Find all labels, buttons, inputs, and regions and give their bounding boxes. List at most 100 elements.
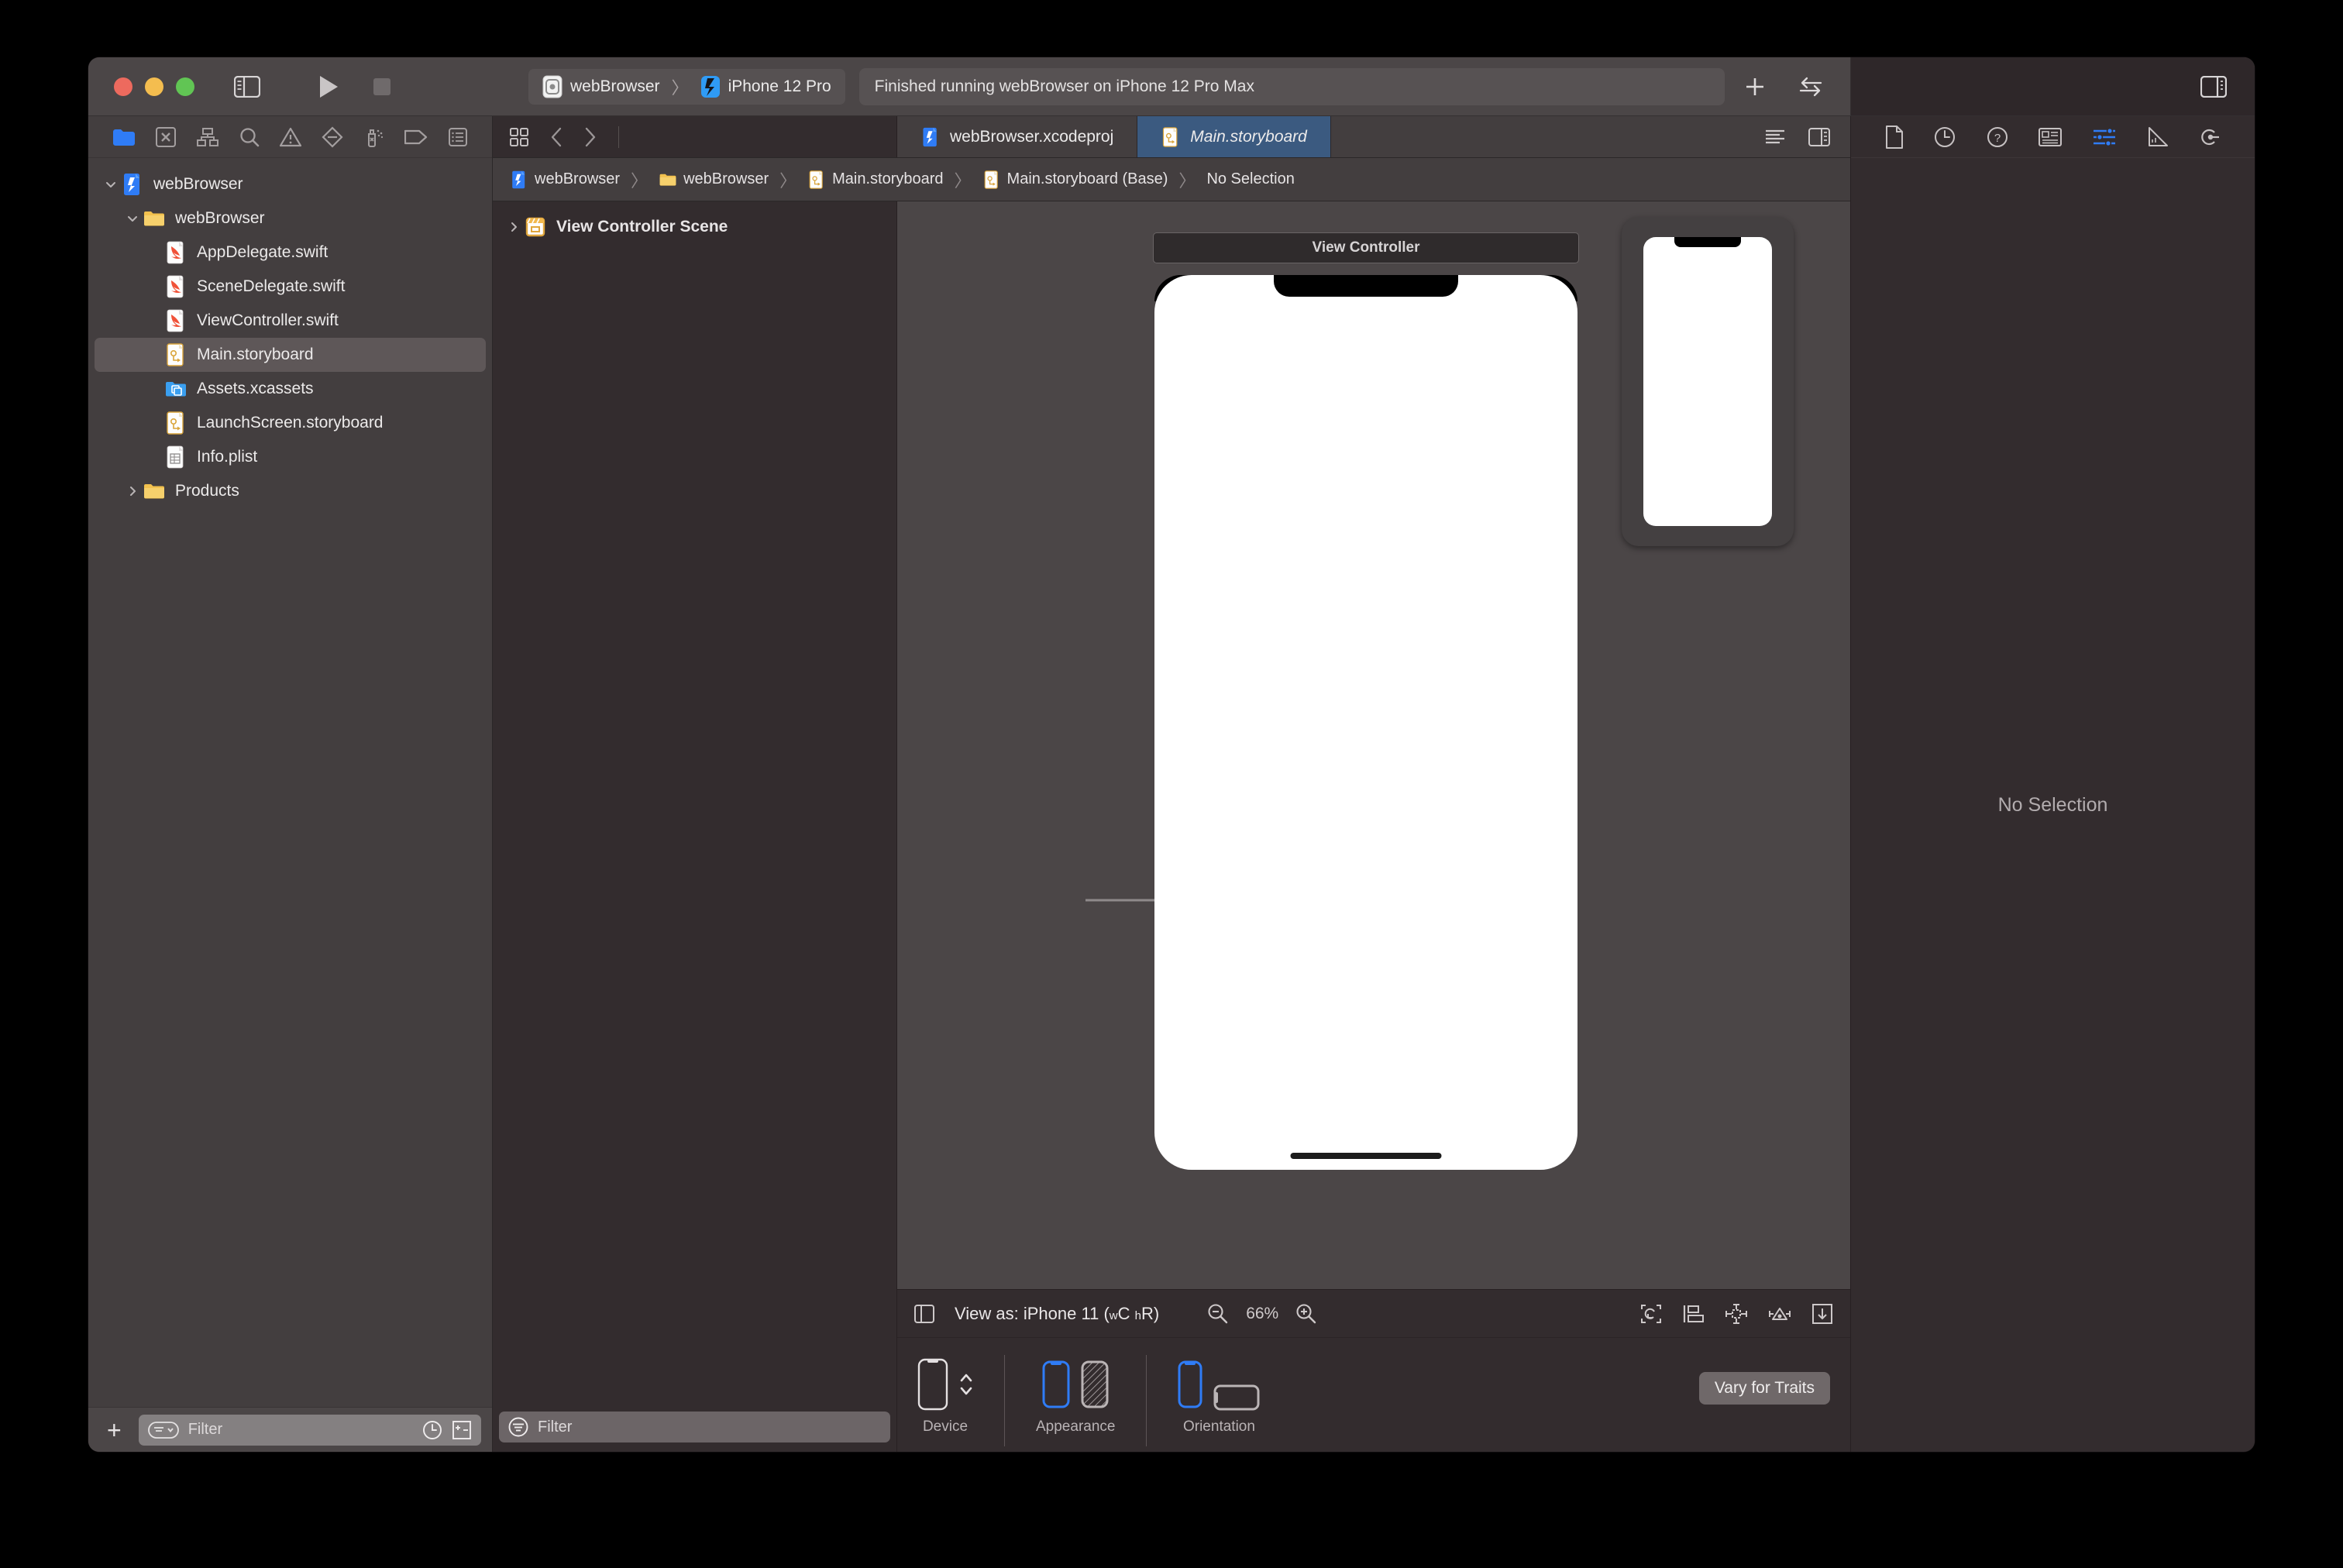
file-tree-row[interactable]: webBrowser bbox=[95, 201, 486, 236]
embed-in-icon[interactable] bbox=[1683, 1304, 1705, 1324]
zoom-in-icon[interactable] bbox=[1295, 1303, 1317, 1325]
inspector-toggle-icon[interactable] bbox=[2200, 75, 2227, 98]
find-navigator-tab[interactable] bbox=[239, 126, 260, 148]
chevron-right-icon[interactable] bbox=[122, 485, 143, 497]
file-tree-row[interactable]: Assets.xcassets bbox=[95, 372, 486, 406]
portrait-orientation-icon[interactable] bbox=[1178, 1360, 1202, 1408]
plus-icon[interactable] bbox=[1743, 75, 1767, 98]
zoom-percent-label[interactable]: 66% bbox=[1246, 1305, 1278, 1323]
file-tree-row[interactable]: SceneDelegate.swift bbox=[95, 270, 486, 304]
storyboard-canvas[interactable]: View Controller bbox=[897, 201, 1850, 1289]
code-review-arrows-icon[interactable] bbox=[1798, 76, 1824, 98]
scheme-destination-label: iPhone 12 Pro bbox=[728, 77, 831, 95]
breadcrumb-label: Main.storyboard (Base) bbox=[1006, 170, 1168, 187]
outline-filter-input[interactable]: Filter bbox=[499, 1412, 890, 1442]
vary-for-traits-button[interactable]: Vary for Traits bbox=[1698, 1372, 1830, 1405]
stop-square-icon[interactable] bbox=[373, 77, 391, 96]
chevron-right-icon[interactable] bbox=[504, 221, 524, 233]
iphone-dark-icon[interactable] bbox=[1081, 1360, 1109, 1408]
breadcrumb-label: webBrowser bbox=[535, 170, 621, 187]
file-tree-row[interactable]: webBrowser bbox=[95, 167, 486, 201]
chevron-right-icon[interactable] bbox=[584, 127, 597, 147]
chevron-left-icon[interactable] bbox=[550, 127, 563, 147]
file-inspector-tab[interactable] bbox=[1885, 125, 1904, 149]
document-outline-list[interactable]: View Controller Scene bbox=[493, 201, 896, 1407]
breadcrumb-segment[interactable]: Main.storyboard (Base) bbox=[982, 170, 1168, 189]
iphone-light-icon[interactable] bbox=[1042, 1360, 1070, 1408]
run-play-icon[interactable] bbox=[318, 75, 339, 98]
issue-navigator-tab[interactable] bbox=[280, 127, 302, 147]
sidebar-toggle-icon[interactable] bbox=[217, 75, 277, 98]
project-navigator-tab[interactable] bbox=[112, 127, 136, 147]
editor-tab[interactable]: Main.storyboard bbox=[1137, 116, 1331, 157]
iphone-portrait-icon[interactable] bbox=[917, 1358, 948, 1411]
attributes-inspector-tab[interactable] bbox=[2093, 127, 2116, 147]
document-outline-toggle-icon[interactable] bbox=[914, 1304, 934, 1324]
stepper-updown-icon[interactable] bbox=[959, 1368, 973, 1401]
toolbar: webBrowser 〉 iPhone 12 Pro Finished runn… bbox=[88, 57, 2255, 116]
filter-scope-icon[interactable] bbox=[508, 1417, 528, 1437]
editor-tab-bar: webBrowser.xcodeproj Main.storyboard bbox=[493, 116, 1850, 158]
chevron-down-icon[interactable] bbox=[122, 212, 143, 225]
zoom-out-icon[interactable] bbox=[1207, 1303, 1229, 1325]
tab-grid-icon[interactable] bbox=[510, 127, 528, 146]
landscape-orientation-icon[interactable] bbox=[1213, 1384, 1260, 1411]
editor-tabs[interactable]: webBrowser.xcodeproj Main.storyboard bbox=[897, 116, 1765, 157]
scheme-selector[interactable]: webBrowser 〉 iPhone 12 Pro bbox=[528, 68, 845, 105]
file-tree-row[interactable]: LaunchScreen.storyboard bbox=[95, 406, 486, 440]
test-navigator-tab[interactable] bbox=[322, 126, 343, 148]
view-as-traits: (wwCC hR) bbox=[1103, 1303, 1160, 1323]
debug-navigator-tab[interactable] bbox=[363, 126, 385, 148]
canvas-preview-thumbnail[interactable] bbox=[1622, 217, 1794, 546]
size-inspector-tab[interactable] bbox=[2147, 126, 2169, 148]
file-tree-row[interactable]: Main.storyboard bbox=[95, 338, 486, 372]
preview-screen bbox=[1643, 237, 1772, 526]
view-as-device: iPhone 11 bbox=[1023, 1303, 1099, 1323]
filter-scope-icon[interactable] bbox=[147, 1421, 179, 1439]
file-tree-label: SceneDelegate.swift bbox=[197, 277, 346, 295]
identity-inspector-tab[interactable] bbox=[2039, 127, 2063, 146]
device-notch bbox=[1274, 275, 1458, 297]
folder-icon bbox=[659, 174, 676, 186]
view-as-label[interactable]: View as: iPhone 11 (wwCC hR) bbox=[955, 1304, 1159, 1324]
symbol-navigator-tab[interactable] bbox=[197, 127, 219, 147]
breadcrumb-segment[interactable]: webBrowser bbox=[659, 170, 769, 189]
assistant-editor-icon[interactable] bbox=[1808, 127, 1830, 146]
breadcrumb-segment[interactable]: Main.storyboard bbox=[807, 170, 944, 189]
editor-options-icon[interactable] bbox=[1765, 129, 1785, 146]
navigator-filter-input[interactable]: Filter bbox=[138, 1414, 481, 1446]
history-inspector-tab[interactable] bbox=[1934, 126, 1956, 148]
source-control-navigator-tab[interactable] bbox=[155, 126, 177, 148]
editor-tab[interactable]: webBrowser.xcodeproj bbox=[897, 116, 1138, 157]
update-frames-icon[interactable] bbox=[1639, 1303, 1663, 1325]
outline-row[interactable]: View Controller Scene bbox=[493, 211, 896, 243]
report-navigator-tab[interactable] bbox=[448, 127, 468, 147]
plus-minus-icon[interactable] bbox=[452, 1420, 472, 1440]
file-tree-row[interactable]: Info.plist bbox=[95, 440, 486, 474]
file-tree-row[interactable]: Products bbox=[95, 474, 486, 508]
clock-icon[interactable] bbox=[422, 1420, 442, 1440]
navigator-filter-placeholder: Filter bbox=[188, 1421, 223, 1438]
zoom-controls: 66% bbox=[1207, 1303, 1317, 1325]
zoom-window-button[interactable] bbox=[176, 77, 194, 96]
resolve-auto-layout-icon[interactable] bbox=[1811, 1303, 1833, 1325]
scene-title-bar[interactable]: View Controller bbox=[1153, 232, 1579, 263]
close-window-button[interactable] bbox=[114, 77, 132, 96]
breakpoint-navigator-tab[interactable] bbox=[404, 128, 428, 146]
project-file-tree[interactable]: webBrowser webBrowser AppDelegate.swift Sce… bbox=[88, 158, 492, 1407]
chevron-down-icon[interactable] bbox=[101, 178, 121, 191]
device-screen[interactable] bbox=[1154, 275, 1577, 1170]
add-constraints-icon[interactable] bbox=[1768, 1304, 1791, 1324]
file-tree-row[interactable]: AppDelegate.swift bbox=[95, 236, 486, 270]
quick-help-inspector-tab[interactable]: ? bbox=[1987, 126, 2008, 148]
align-icon[interactable] bbox=[1725, 1303, 1748, 1325]
add-file-button[interactable]: + bbox=[99, 1418, 129, 1442]
file-tree-row[interactable]: ViewController.swift bbox=[95, 304, 486, 338]
breadcrumb-segment[interactable]: webBrowser bbox=[510, 170, 620, 189]
connections-inspector-tab[interactable] bbox=[2199, 126, 2221, 148]
minimize-window-button[interactable] bbox=[145, 77, 163, 96]
breadcrumb[interactable]: webBrowser 〉 webBrowser 〉 Main.storyboard 〉 Ma… bbox=[493, 158, 1850, 201]
trait-divider-2 bbox=[1146, 1355, 1147, 1446]
breadcrumb-segment[interactable]: No Selection bbox=[1206, 170, 1294, 188]
activity-status-bar[interactable]: Finished running webBrowser on iPhone 12… bbox=[858, 67, 1725, 105]
